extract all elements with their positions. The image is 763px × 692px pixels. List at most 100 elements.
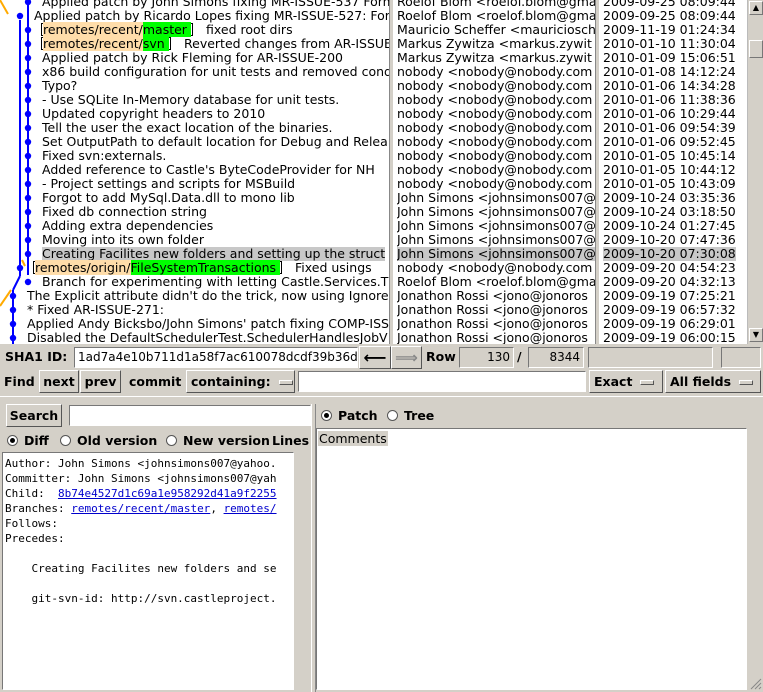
commit-row[interactable]: x86 build configuration for unit tests a…	[0, 65, 389, 79]
commit-date[interactable]: 2010-01-05 10:45:14	[603, 149, 747, 163]
child-link[interactable]: 8b74e4527d1c69a1e958292d41a9f2255	[58, 487, 277, 500]
commit-date[interactable]: 2009-10-20 07:47:36	[603, 233, 747, 247]
branch-link[interactable]: remotes/	[224, 502, 277, 515]
search-button[interactable]: Search	[6, 404, 62, 427]
commit-author[interactable]: nobody <nobody@nobody.com	[397, 261, 595, 275]
commit-date[interactable]: 2009-11-19 01:24:34	[603, 23, 747, 37]
commit-row[interactable]: Branch for experimenting with letting Ca…	[0, 275, 389, 289]
old-version-radio[interactable]: Old version	[60, 433, 157, 448]
branch-label[interactable]: remotes/recent/master	[41, 22, 193, 37]
commit-date[interactable]: 2009-10-24 01:27:45	[603, 219, 747, 233]
author-pane[interactable]: Roelof Blom <roelof.blom@gma Roelof Blom …	[394, 0, 595, 344]
find-containing-menu[interactable]: containing:	[186, 370, 295, 393]
commit-date[interactable]: 2010-01-09 15:06:51	[603, 51, 747, 65]
commit-row[interactable]: remotes/origin/FileSystemTransactions Fi…	[0, 260, 389, 275]
commit-date[interactable]: 2010-01-08 14:12:24	[603, 65, 747, 79]
file-list-scrollbar[interactable]	[747, 428, 763, 690]
commit-date[interactable]: 2009-10-24 03:35:36	[603, 191, 747, 205]
commit-author[interactable]: John Simons <johnsimons007@	[397, 247, 595, 261]
find-fields-menu[interactable]: All fields	[665, 370, 761, 393]
file-list[interactable]: Comments	[316, 428, 747, 690]
commit-author[interactable]: nobody <nobody@nobody.com	[397, 149, 595, 163]
diff-radio[interactable]: Diff	[7, 433, 49, 448]
search-input[interactable]	[69, 405, 311, 426]
commit-author[interactable]: John Simons <johnsimons007@	[397, 233, 595, 247]
commit-date[interactable]: 2010-01-05 10:43:09	[603, 177, 747, 191]
commit-date[interactable]: 2009-09-19 06:57:32	[603, 303, 747, 317]
commit-author[interactable]: Roelof Blom <roelof.blom@gma	[397, 275, 595, 289]
commit-row[interactable]: Applied patch by Ricardo Lopes fixing MR…	[0, 9, 389, 23]
commit-row[interactable]: Applied Andy Bicksbo/John Simons' patch …	[0, 317, 389, 331]
scroll-thumb[interactable]	[749, 40, 763, 58]
commit-author[interactable]: Roelof Blom <roelof.blom@gma	[397, 0, 595, 9]
commit-row[interactable]: Disabled the DefaultSchedulerTest.Schedu…	[0, 331, 389, 345]
commit-date[interactable]: 2010-01-05 10:44:12	[603, 163, 747, 177]
commit-graph-pane[interactable]: Applied patch by John Simons fixing MR-I…	[0, 0, 389, 344]
commit-date[interactable]: 2010-01-06 11:38:36	[603, 93, 747, 107]
sha-input[interactable]: 1ad7a4e10b711d1a58f7ac610078dcdf39b36d08	[74, 347, 358, 368]
commit-author[interactable]: Jonathon Rossi <jono@jonoros	[397, 317, 595, 331]
branch-link[interactable]: remotes/recent/master	[71, 502, 210, 515]
commit-row[interactable]: Added reference to Castle's ByteCodeProv…	[0, 163, 389, 177]
scroll-up-icon[interactable]: ▲	[749, 1, 763, 15]
find-input[interactable]	[298, 371, 586, 392]
commit-date[interactable]: 2009-09-25 08:09:44	[603, 0, 747, 9]
commit-author[interactable]: John Simons <johnsimons007@	[397, 205, 595, 219]
commit-row[interactable]: Updated copyright headers to 2010	[0, 107, 389, 121]
commit-author[interactable]: nobody <nobody@nobody.com	[397, 93, 595, 107]
commit-date[interactable]: 2010-01-10 11:30:04	[603, 37, 747, 51]
commit-author[interactable]: Jonathon Rossi <jono@jonoros	[397, 331, 595, 344]
back-button[interactable]: ⟵	[359, 346, 391, 369]
patch-radio[interactable]: Patch	[321, 408, 378, 423]
horizontal-sash[interactable]	[0, 396, 763, 401]
commit-row[interactable]: remotes/recent/master fixed root dirs	[0, 22, 389, 37]
commit-author[interactable]: Mauricio Scheffer <mauriciosche	[397, 23, 595, 37]
commit-author[interactable]: nobody <nobody@nobody.com	[397, 79, 595, 93]
commit-author[interactable]: Jonathon Rossi <jono@jonoros	[397, 289, 595, 303]
history-scrollbar[interactable]: ▲ ▼	[747, 0, 763, 344]
commit-date[interactable]: 2009-09-25 08:09:44	[603, 9, 747, 23]
commit-date[interactable]: 2009-10-20 07:30:08	[603, 247, 747, 261]
commit-date[interactable]: 2010-01-06 09:54:39	[603, 121, 747, 135]
branch-label[interactable]: remotes/origin/FileSystemTransactions	[33, 260, 283, 275]
commit-row[interactable]: The Explicit attribute didn't do the tri…	[0, 289, 389, 303]
new-version-radio[interactable]: New version	[166, 433, 270, 448]
commit-row[interactable]: * Fixed AR-ISSUE-271:	[0, 303, 389, 317]
commit-date[interactable]: 2010-01-06 09:52:45	[603, 135, 747, 149]
commit-author[interactable]: nobody <nobody@nobody.com	[397, 121, 595, 135]
commit-author[interactable]: nobody <nobody@nobody.com	[397, 65, 595, 79]
commit-author[interactable]: nobody <nobody@nobody.com	[397, 107, 595, 121]
date-pane[interactable]: 2009-09-25 08:09:44 2009-09-25 08:09:44 20…	[600, 0, 747, 344]
commit-details-text[interactable]: Author: John Simons <johnsimons007@yahoo…	[2, 452, 294, 690]
commit-row[interactable]: Fixed svn:externals.	[0, 149, 389, 163]
commit-row[interactable]: Fixed db connection string	[0, 205, 389, 219]
commit-row[interactable]: - Project settings and scripts for MSBui…	[0, 177, 389, 191]
commit-author[interactable]: nobody <nobody@nobody.com	[397, 163, 595, 177]
commit-row[interactable]: Typo?	[0, 79, 389, 93]
commit-author[interactable]: Markus Zywitza <markus.zywit	[397, 51, 595, 65]
commit-date[interactable]: 2009-09-19 06:00:15	[603, 331, 747, 344]
tree-radio[interactable]: Tree	[387, 408, 434, 423]
commit-row[interactable]: Moving into its own folder	[0, 233, 389, 247]
commit-author[interactable]: nobody <nobody@nobody.com	[397, 135, 595, 149]
commit-date[interactable]: 2009-09-19 07:25:21	[603, 289, 747, 303]
branch-label[interactable]: remotes/recent/svn	[41, 36, 171, 51]
commit-row[interactable]: remotes/recent/svn Reverted changes from…	[0, 36, 389, 51]
commit-row[interactable]: - Use SQLite In-Memory database for unit…	[0, 93, 389, 107]
commit-author[interactable]: John Simons <johnsimons007@	[397, 219, 595, 233]
commit-row[interactable]: Creating Facilites new folders and setti…	[0, 247, 389, 261]
commit-author[interactable]: Markus Zywitza <markus.zywit	[397, 37, 595, 51]
find-prev-button[interactable]: prev	[80, 370, 121, 393]
comments-item[interactable]: Comments	[318, 431, 388, 446]
find-mode-menu[interactable]: Exact	[589, 370, 663, 393]
details-scrollbar[interactable]	[294, 452, 310, 690]
commit-author[interactable]: nobody <nobody@nobody.com	[397, 177, 595, 191]
commit-row[interactable]: Forgot to add MySql.Data.dll to mono lib	[0, 191, 389, 205]
find-next-button[interactable]: next	[39, 370, 79, 393]
commit-date[interactable]: 2009-09-19 06:29:01	[603, 317, 747, 331]
commit-row[interactable]: Tell the user the exact location of the …	[0, 121, 389, 135]
commit-author[interactable]: Roelof Blom <roelof.blom@gma	[397, 9, 595, 23]
commit-date[interactable]: 2010-01-06 14:34:28	[603, 79, 747, 93]
scroll-down-icon[interactable]: ▼	[749, 328, 763, 342]
commit-author[interactable]: John Simons <johnsimons007@	[397, 191, 595, 205]
